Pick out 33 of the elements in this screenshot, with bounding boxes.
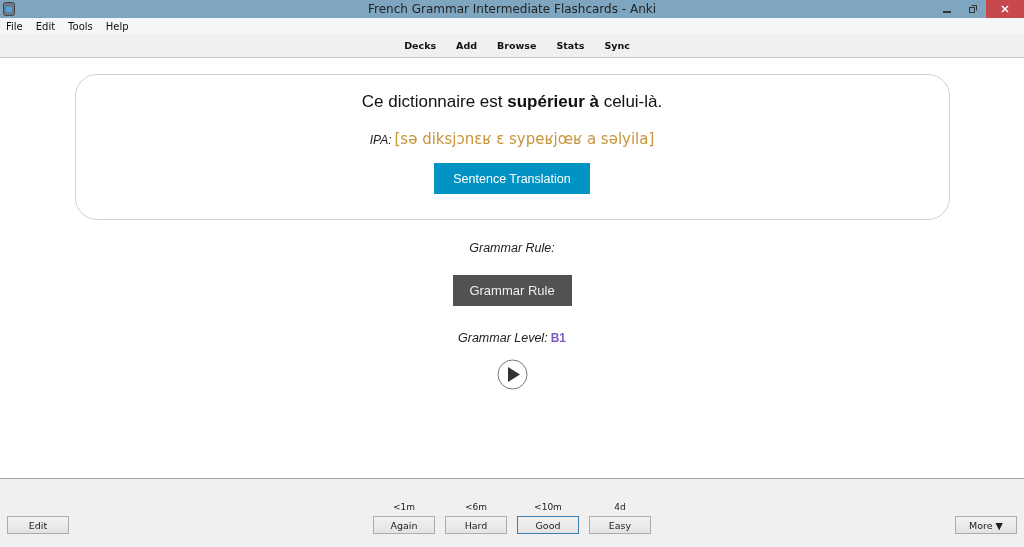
answer-button[interactable]: Easy	[589, 516, 651, 534]
sentence-text: Ce dictionnaire est supérieur à celui-là.	[361, 92, 663, 112]
edit-button[interactable]: Edit	[7, 516, 69, 534]
menu-item[interactable]: Edit	[35, 20, 56, 32]
grammar-level-value: B1	[550, 331, 566, 345]
interval-label: 4d	[614, 502, 626, 512]
grammar-rule-label: Grammar Rule:	[469, 241, 555, 255]
menu-item[interactable]: Help	[105, 20, 129, 32]
answer-button[interactable]: Hard	[445, 516, 507, 534]
restore-icon[interactable]	[969, 5, 977, 13]
menu-item[interactable]: File	[6, 20, 23, 32]
toolbar-link[interactable]: Add	[456, 40, 478, 51]
grammar-level-label: Grammar Level:	[458, 331, 548, 345]
menu-item[interactable]: Tools	[68, 20, 93, 32]
interval-label: <1m	[392, 502, 415, 512]
interval-label: <10m	[534, 502, 562, 512]
toolbar-link[interactable]: Decks	[404, 40, 437, 51]
ipa-label: IPA:	[369, 133, 392, 147]
play-icon[interactable]	[496, 359, 528, 390]
close-button[interactable]	[986, 0, 1024, 18]
window-title: French Grammar Intermediate Flashcards - Anki	[366, 2, 658, 16]
more-button[interactable]: More ▼	[955, 516, 1017, 534]
interval-label: <6m	[464, 502, 487, 512]
toolbar-link[interactable]: Stats	[556, 40, 585, 51]
close-icon	[1001, 5, 1009, 13]
ipa-text: [sə diksjɔnɛʁ ɛ sypeʁjœʁ a səlyila]	[394, 130, 655, 148]
grammar-rule-button[interactable]: Grammar Rule	[452, 275, 572, 306]
toolbar-link[interactable]: Browse	[497, 40, 537, 51]
sentence-translation-button[interactable]: Sentence Translation	[434, 163, 590, 194]
answer-button[interactable]: Again	[373, 516, 435, 534]
toolbar-link[interactable]: Sync	[604, 40, 630, 51]
app-icon	[3, 2, 15, 16]
answer-button[interactable]: Good	[517, 516, 579, 534]
